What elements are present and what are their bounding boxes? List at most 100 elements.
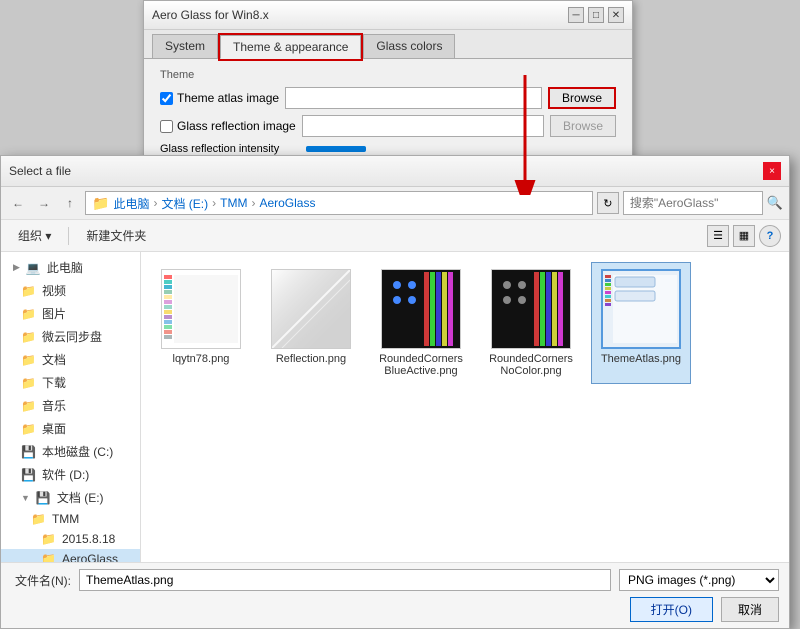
glass-reflection-label: Glass reflection image	[177, 119, 296, 133]
theme-atlas-browse-button[interactable]: Browse	[548, 87, 616, 109]
sidebar-item-d[interactable]: 💾 软件 (D:)	[1, 463, 140, 486]
file-thumbnail-atlas	[601, 269, 681, 349]
sidebar-item-c[interactable]: 💾 本地磁盘 (C:)	[1, 440, 140, 463]
aeroglass-label: AeroGlass	[62, 552, 118, 562]
path-pc[interactable]: 此电脑	[113, 195, 149, 212]
folder-icon: 📁	[92, 195, 109, 212]
sidebar-item-documents[interactable]: 📁 文档	[1, 348, 140, 371]
file-item-lqytn[interactable]: lqytn78.png	[151, 262, 251, 384]
file-thumbnail-reflection	[271, 269, 351, 349]
file-label-reflection: Reflection.png	[276, 353, 346, 365]
cancel-button[interactable]: 取消	[721, 597, 779, 622]
folder-icon: 📁	[41, 532, 56, 546]
search-icon: 🔍	[767, 195, 783, 211]
theme-section-label: Theme	[160, 69, 616, 81]
drive-icon: 💾	[21, 445, 36, 459]
up-button[interactable]: ↑	[59, 192, 81, 214]
minimize-button[interactable]: ─	[568, 7, 584, 23]
file-thumbnail-rounded-nocolor	[491, 269, 571, 349]
pictures-label: 图片	[42, 305, 66, 322]
pc-label: 此电脑	[47, 259, 83, 276]
file-item-reflection[interactable]: Reflection.png	[261, 262, 361, 384]
theme-atlas-label: Theme atlas image	[177, 91, 279, 105]
c-label: 本地磁盘 (C:)	[42, 443, 113, 460]
path-docs[interactable]: 文档 (E:)	[161, 195, 208, 212]
file-content: ▶ 💻 此电脑 📁 视频 📁 图片 📁 微云同步盘 📁 文档 📁	[1, 252, 789, 562]
bg-dialog-titlebar: Aero Glass for Win8.x ─ □ ✕	[144, 1, 632, 30]
toolbar-separator	[68, 227, 69, 245]
file-label-atlas: ThemeAtlas.png	[601, 353, 681, 365]
glass-reflection-row: Glass reflection image Browse	[160, 115, 616, 137]
sidebar-item-aeroglass[interactable]: 📁 AeroGlass	[1, 549, 140, 562]
path-aeroglass[interactable]: AeroGlass	[259, 196, 315, 210]
sidebar-item-pictures[interactable]: 📁 图片	[1, 302, 140, 325]
sidebar-item-e[interactable]: ▼ 💾 文档 (E:)	[1, 486, 140, 509]
intensity-slider[interactable]	[306, 146, 366, 152]
forward-button[interactable]: →	[33, 192, 55, 214]
folder-icon: 📁	[21, 399, 36, 413]
filetype-select[interactable]: PNG images (*.png)	[619, 569, 779, 591]
theme-atlas-checkbox-wrapper: Theme atlas image	[160, 91, 279, 105]
close-button[interactable]: ✕	[608, 7, 624, 23]
open-button[interactable]: 打开(O)	[630, 597, 713, 622]
theme-atlas-input[interactable]	[285, 87, 542, 109]
bg-dialog-controls: ─ □ ✕	[568, 7, 624, 23]
folder-icon: 📁	[31, 512, 46, 526]
video-label: 视频	[42, 282, 66, 299]
filename-input[interactable]	[79, 569, 611, 591]
file-dialog-close-button[interactable]: ×	[763, 162, 781, 180]
view-list-button[interactable]: ☰	[707, 225, 729, 247]
file-item-rounded-nocolor[interactable]: RoundedCornersNoColor.png	[481, 262, 581, 384]
view-grid-button[interactable]: ▦	[733, 225, 755, 247]
file-dialog-titlebar: Select a file ×	[1, 156, 789, 187]
folder-icon: 📁	[21, 284, 36, 298]
pc-icon: 💻	[26, 261, 41, 275]
tabs-row: System Theme & appearance Glass colors	[144, 30, 632, 59]
tmm-label: TMM	[52, 512, 79, 526]
filename-row: 文件名(N): PNG images (*.png)	[11, 569, 779, 591]
expand-down-icon: ▼	[21, 493, 30, 503]
back-button[interactable]: ←	[7, 192, 29, 214]
file-label-rounded-blue: RoundedCornersBlueActive.png	[378, 353, 464, 377]
sidebar-item-2015[interactable]: 📁 2015.8.18	[1, 529, 140, 549]
sidebar-item-video[interactable]: 📁 视频	[1, 279, 140, 302]
bg-dialog-title: Aero Glass for Win8.x	[152, 8, 269, 22]
file-item-atlas[interactable]: ThemeAtlas.png	[591, 262, 691, 384]
organize-button[interactable]: 组织 ▾	[9, 224, 60, 247]
desktop-label: 桌面	[42, 420, 66, 437]
path-tmm[interactable]: TMM	[220, 196, 247, 210]
tab-system[interactable]: System	[152, 34, 218, 58]
docs-label: 文档	[42, 351, 66, 368]
expand-icon: ▶	[13, 262, 20, 273]
file-item-rounded-blue[interactable]: RoundedCornersBlueActive.png	[371, 262, 471, 384]
help-button[interactable]: ?	[759, 225, 781, 247]
new-folder-button[interactable]: 新建文件夹	[77, 224, 155, 247]
sidebar-item-desktop[interactable]: 📁 桌面	[1, 417, 140, 440]
file-label-rounded-nocolor: RoundedCornersNoColor.png	[488, 353, 574, 377]
sidebar-item-downloads[interactable]: 📁 下载	[1, 371, 140, 394]
glass-reflection-checkbox[interactable]	[160, 120, 173, 133]
drive-icon: 💾	[21, 468, 36, 482]
file-dialog: Select a file × ← → ↑ 📁 此电脑 › 文档 (E:) › …	[0, 155, 790, 629]
tab-theme-appearance[interactable]: Theme & appearance	[220, 35, 361, 59]
sidebar-item-pc[interactable]: ▶ 💻 此电脑	[1, 256, 140, 279]
theme-atlas-checkbox[interactable]	[160, 92, 173, 105]
file-grid: lqytn78.png	[141, 252, 789, 562]
address-path[interactable]: 📁 此电脑 › 文档 (E:) › TMM › AeroGlass	[85, 191, 593, 215]
sidebar-item-wechat[interactable]: 📁 微云同步盘	[1, 325, 140, 348]
tab-glass-colors[interactable]: Glass colors	[363, 34, 455, 58]
file-label-lqytn: lqytn78.png	[173, 353, 230, 365]
glass-reflection-input[interactable]	[302, 115, 544, 137]
folder-icon: 📁	[21, 307, 36, 321]
search-input[interactable]	[623, 191, 763, 215]
maximize-button[interactable]: □	[588, 7, 604, 23]
bg-dialog: Aero Glass for Win8.x ─ □ ✕ System Theme…	[143, 0, 633, 166]
refresh-button[interactable]: ↻	[597, 192, 619, 214]
file-thumbnail-lqytn	[161, 269, 241, 349]
sidebar-item-music[interactable]: 📁 音乐	[1, 394, 140, 417]
sidebar-item-tmm[interactable]: 📁 TMM	[1, 509, 140, 529]
glass-reflection-checkbox-wrapper: Glass reflection image	[160, 119, 296, 133]
filename-label: 文件名(N):	[11, 572, 71, 589]
glass-reflection-browse-button[interactable]: Browse	[550, 115, 616, 137]
folder-icon: 📁	[21, 330, 36, 344]
